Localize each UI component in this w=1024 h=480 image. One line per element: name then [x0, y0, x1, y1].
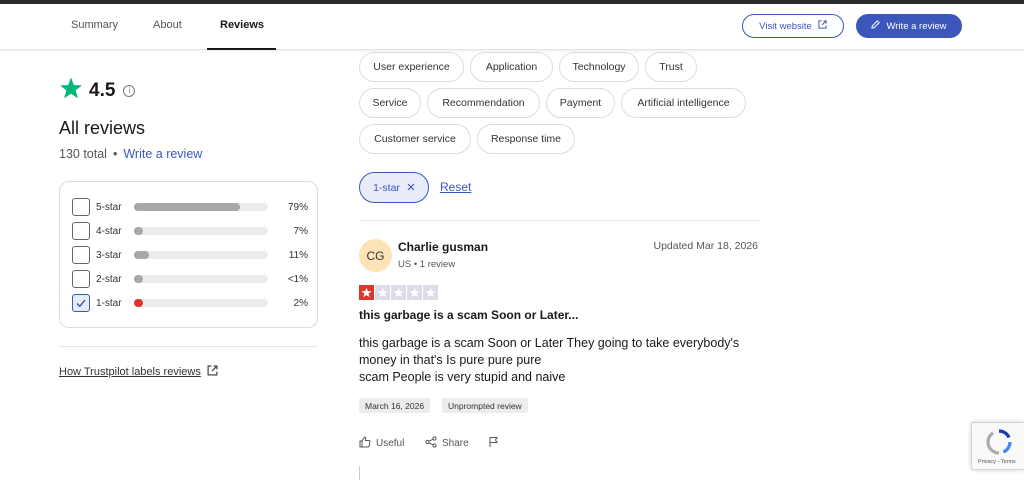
review-updated-date: Updated Mar 18, 2026 [653, 240, 759, 252]
active-filter-chip[interactable]: 1-star [359, 172, 429, 203]
star-percent: <1% [287, 273, 308, 285]
distribution-fill [134, 227, 144, 235]
star-filter-row[interactable]: 3-star 11% [72, 245, 308, 265]
write-review-link[interactable]: Write a review [123, 147, 202, 161]
write-review-label: Write a review [886, 20, 947, 32]
overall-rating: 4.5 i [59, 76, 136, 105]
review-star-rating [359, 285, 438, 300]
external-link-icon [818, 20, 827, 32]
total-row: 130 total • Write a review [59, 147, 202, 161]
reviewer-meta: US • 1 review [398, 259, 456, 270]
reset-filters-link[interactable]: Reset [440, 180, 471, 194]
recaptcha-badge[interactable]: Privacy - Terms [971, 422, 1024, 470]
chip-payment[interactable]: Payment [546, 88, 615, 118]
distribution-fill [134, 251, 149, 259]
pencil-icon [871, 20, 881, 32]
external-link-icon [207, 365, 218, 379]
review-body-line: scam People is very stupid and naive [359, 370, 566, 384]
star-icon [423, 285, 438, 300]
tab-about[interactable]: About [153, 4, 182, 50]
info-icon[interactable]: i [123, 84, 136, 97]
divider [359, 220, 759, 221]
star-filter-label: 5-star [96, 201, 122, 213]
visit-website-label: Visit website [759, 20, 812, 32]
top-navigation: Summary About Reviews Visit website Writ… [0, 4, 1024, 50]
useful-label: Useful [376, 438, 405, 449]
review-title[interactable]: this garbage is a scam Soon or Later... [359, 308, 578, 322]
visit-website-button[interactable]: Visit website [742, 14, 844, 38]
distribution-bar [134, 275, 268, 283]
share-icon [425, 436, 437, 451]
star-percent: 2% [293, 297, 308, 309]
chip-trust[interactable]: Trust [645, 52, 697, 82]
share-button[interactable]: Share [425, 436, 469, 451]
star-filter-row[interactable]: 4-star 7% [72, 221, 308, 241]
star-filter-box: 5-star 79% 4-star 7% 3-star 11% 2-star <… [59, 181, 318, 328]
all-reviews-heading: All reviews [59, 118, 146, 138]
share-label: Share [442, 438, 469, 449]
star-icon [359, 285, 374, 300]
avatar[interactable]: CG [359, 239, 392, 272]
distribution-bar [134, 251, 268, 259]
report-button[interactable] [488, 436, 500, 451]
star-filter-row[interactable]: 1-star 2% [72, 293, 308, 313]
review-date-tag: March 16, 2026 [359, 398, 431, 413]
checkbox-1-star[interactable] [72, 294, 90, 312]
chip-customer-service[interactable]: Customer service [359, 124, 471, 154]
star-percent: 79% [287, 201, 308, 213]
write-review-button[interactable]: Write a review [856, 14, 962, 38]
total-count: 130 total [59, 147, 107, 161]
recaptcha-text[interactable]: Privacy - Terms [978, 459, 1016, 465]
review-body-line: money in that's Is pure pure pure [359, 353, 542, 367]
chip-user-experience[interactable]: User experience [359, 52, 464, 82]
review-body: this garbage is a scam Soon or Later The… [359, 335, 759, 386]
checkmark-icon [76, 299, 86, 308]
star-icon [375, 285, 390, 300]
recaptcha-icon [985, 428, 1013, 461]
star-filter-row[interactable]: 2-star <1% [72, 269, 308, 289]
rating-value: 4.5 [89, 79, 116, 101]
star-percent: 11% [288, 249, 308, 261]
star-filter-label: 3-star [96, 249, 122, 261]
chip-application[interactable]: Application [470, 52, 553, 82]
thumbs-up-icon [359, 436, 371, 451]
star-filter-label: 2-star [96, 273, 122, 285]
chip-artificial-intelligence[interactable]: Artificial intelligence [621, 88, 746, 118]
checkbox-3-star[interactable] [72, 246, 90, 264]
how-link-label: How Trustpilot labels reviews [59, 366, 201, 378]
chip-recommendation[interactable]: Recommendation [427, 88, 540, 118]
distribution-bar [134, 299, 268, 307]
distribution-fill [134, 203, 240, 211]
checkbox-2-star[interactable] [72, 270, 90, 288]
chip-response-time[interactable]: Response time [477, 124, 575, 154]
flag-icon [488, 436, 500, 451]
star-percent: 7% [293, 225, 308, 237]
reviewer-name[interactable]: Charlie gusman [398, 240, 488, 254]
chip-service[interactable]: Service [359, 88, 421, 118]
separator-dot: • [112, 147, 118, 161]
review-body-line: this garbage is a scam Soon or Later The… [359, 336, 740, 350]
close-icon[interactable] [407, 182, 415, 194]
chip-technology[interactable]: Technology [559, 52, 639, 82]
distribution-bar [134, 203, 268, 211]
distribution-bar [134, 227, 268, 235]
star-icon [407, 285, 422, 300]
divider [59, 346, 318, 347]
useful-button[interactable]: Useful [359, 436, 404, 451]
star-filter-label: 1-star [96, 297, 122, 309]
how-trustpilot-labels-link[interactable]: How Trustpilot labels reviews [59, 365, 218, 379]
distribution-fill [134, 275, 144, 283]
checkbox-4-star[interactable] [72, 222, 90, 240]
tab-reviews[interactable]: Reviews [206, 4, 277, 50]
unprompted-review-tag[interactable]: Unprompted review [442, 398, 528, 413]
tab-summary[interactable]: Summary [71, 4, 118, 50]
star-filter-label: 4-star [96, 225, 122, 237]
star-icon [391, 285, 406, 300]
green-star-icon [59, 76, 83, 105]
star-filter-row[interactable]: 5-star 79% [72, 197, 308, 217]
checkbox-5-star[interactable] [72, 198, 90, 216]
distribution-fill [134, 299, 144, 307]
active-filter-label: 1-star [373, 181, 400, 194]
divider [359, 466, 360, 480]
